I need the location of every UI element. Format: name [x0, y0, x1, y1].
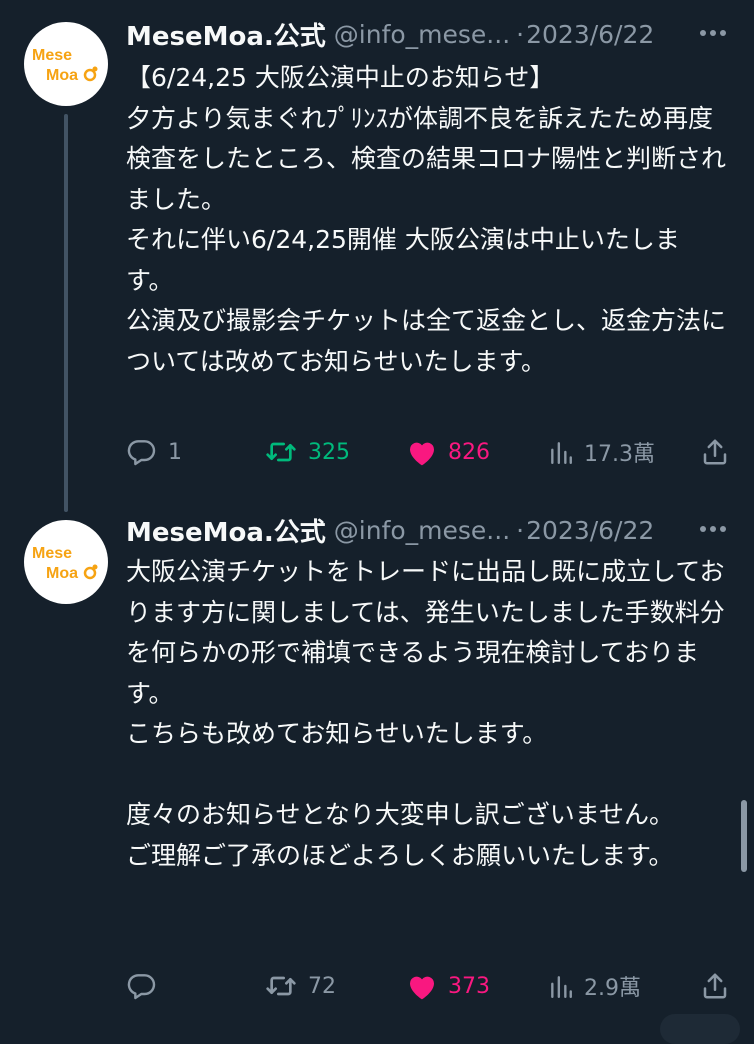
share-button[interactable] [700, 966, 730, 1006]
retweet-count: 72 [308, 973, 336, 999]
views-button[interactable]: 2.9萬 [548, 966, 641, 1006]
reply-button[interactable]: 1 [126, 432, 182, 472]
tweet-text: 【6/24,25 大阪公演中止のお知らせ】 夕方より気まぐれﾌﾟﾘﾝｽが体調不良… [126, 63, 727, 376]
retweet-button[interactable]: 325 [264, 432, 350, 472]
separator-dot: · [516, 515, 525, 545]
separator-dot: · [516, 19, 525, 49]
svg-text:Moa: Moa [46, 565, 78, 582]
avatar[interactable]: Mese Moa [24, 520, 108, 604]
floating-button-edge[interactable] [660, 1014, 740, 1044]
view-count: 17.3萬 [584, 442, 655, 467]
more-icon[interactable] [696, 512, 730, 546]
heart-icon [410, 976, 434, 1000]
author-handle[interactable]: @info_mese... [334, 516, 510, 545]
view-count: 2.9萬 [584, 976, 641, 1001]
views-icon [551, 442, 572, 465]
more-icon[interactable] [696, 16, 730, 50]
retweet-icon [266, 976, 296, 996]
tweet-actions: 72 373 2.9萬 [126, 966, 730, 1006]
like-button[interactable]: 826 [406, 432, 490, 472]
tweet-header: MeseMoa.公式 @info_mese... · 2023/6/22 [126, 14, 730, 54]
like-count: 373 [448, 973, 490, 999]
reply-icon [127, 440, 156, 466]
reply-count: 1 [168, 439, 182, 465]
retweet-count: 325 [308, 439, 350, 465]
tweet-date[interactable]: 2023/6/22 [526, 20, 654, 49]
views-icon [551, 976, 572, 999]
share-icon [703, 973, 727, 999]
like-count: 826 [448, 439, 490, 465]
scrollbar[interactable] [741, 800, 747, 872]
like-button[interactable]: 373 [406, 966, 490, 1006]
svg-text:Mese: Mese [32, 47, 72, 64]
share-button[interactable] [700, 432, 730, 472]
views-button[interactable]: 17.3萬 [548, 432, 655, 472]
reply-button[interactable] [126, 966, 168, 1006]
heart-icon [410, 442, 434, 466]
retweet-icon [266, 442, 296, 462]
tweet-header: MeseMoa.公式 @info_mese... · 2023/6/22 [126, 510, 730, 550]
svg-text:Moa: Moa [46, 67, 78, 84]
tweet-actions: 1 325 826 17.3萬 [126, 432, 730, 472]
author-handle[interactable]: @info_mese... [334, 20, 510, 49]
tweet-date[interactable]: 2023/6/22 [526, 516, 654, 545]
tweet[interactable]: Mese Moa MeseMoa.公式 @info_mese... · 2023… [0, 0, 754, 500]
svg-text:Mese: Mese [32, 545, 72, 562]
retweet-button[interactable]: 72 [264, 966, 336, 1006]
mesemoa-logo-icon: Mese Moa [32, 47, 98, 84]
reply-icon [127, 974, 156, 1000]
avatar[interactable]: Mese Moa [24, 22, 108, 106]
tweet[interactable]: Mese Moa MeseMoa.公式 @info_mese... · 2023… [0, 500, 754, 1024]
tweet-text: 大阪公演チケットをトレードに出品し既に成立しております方に関しましては、発生いた… [126, 557, 725, 870]
author-name[interactable]: MeseMoa.公式 [126, 16, 326, 53]
author-name[interactable]: MeseMoa.公式 [126, 512, 326, 549]
share-icon [703, 439, 727, 465]
mesemoa-logo-icon: Mese Moa [32, 545, 98, 582]
